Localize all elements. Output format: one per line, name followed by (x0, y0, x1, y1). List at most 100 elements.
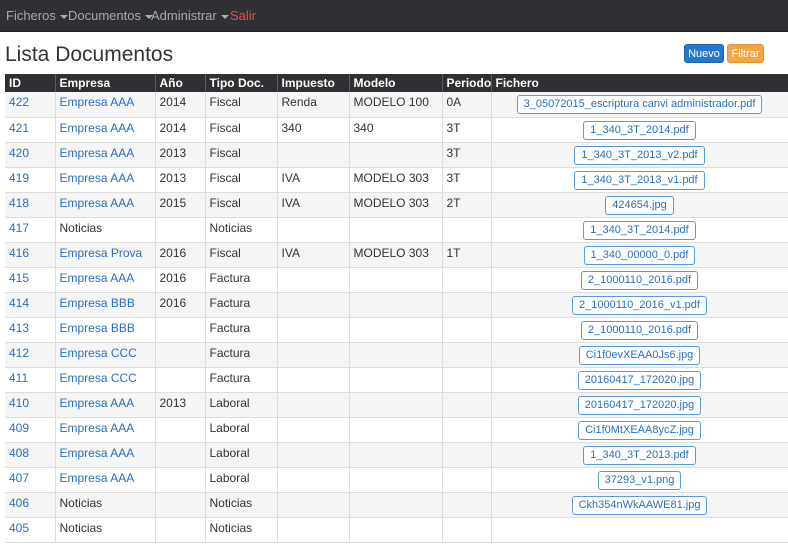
cell-empresa[interactable]: Empresa CCC (55, 367, 156, 393)
cell-fichero: 1_340_3T_2014.pdf (491, 117, 788, 143)
cell-id[interactable]: 421 (5, 117, 56, 143)
cell-impuesto: IVA (277, 242, 350, 268)
table-row: 412 Empresa CCC Factura Ci1f0evXEAA0Js6.jpg (5, 342, 788, 368)
cell-empresa[interactable]: Empresa AAA (55, 267, 156, 293)
cell-periodo (442, 492, 492, 518)
table-row: 411 Empresa CCC Factura 20160417_172020.jpg (5, 367, 788, 393)
file-download-button[interactable]: 1_340_3T_2013.pdf (583, 445, 696, 465)
header-impuesto[interactable]: Impuesto (277, 74, 350, 92)
cell-ano: 2013 (155, 167, 206, 193)
table-row: 417 Noticias Noticias 1_340_3T_2014.pdf (5, 217, 788, 243)
file-download-button[interactable]: 1_340_00000_0.pdf (583, 245, 696, 265)
cell-empresa: Noticias (55, 517, 156, 543)
cell-id[interactable]: 409 (5, 417, 56, 443)
file-download-button[interactable]: 424654.jpg (605, 195, 674, 215)
cell-fichero: 37293_v1.png (491, 467, 788, 493)
cell-empresa[interactable]: Empresa AAA (55, 92, 156, 118)
cell-ano (155, 467, 206, 493)
file-download-button[interactable]: 3_05072015_escriptura canvi administrado… (516, 95, 763, 114)
file-download-button[interactable]: 2_1000110_2016.pdf (580, 270, 699, 290)
cell-empresa[interactable]: Empresa AAA (55, 442, 156, 468)
cell-id[interactable]: 422 (5, 92, 56, 118)
file-download-button[interactable]: Ci1f0MtXEAA8ycZ.jpg (578, 420, 701, 440)
cell-periodo (442, 517, 492, 543)
cell-id[interactable]: 410 (5, 392, 56, 418)
header-modelo[interactable]: Modelo (349, 74, 443, 92)
cell-empresa[interactable]: Empresa AAA (55, 142, 156, 168)
cell-periodo (442, 392, 492, 418)
cell-id[interactable]: 419 (5, 167, 56, 193)
nuevo-button[interactable]: Nuevo (684, 44, 724, 63)
cell-modelo (349, 142, 443, 168)
cell-id[interactable]: 406 (5, 492, 56, 518)
cell-empresa[interactable]: Empresa CCC (55, 342, 156, 368)
cell-empresa[interactable]: Empresa AAA (55, 392, 156, 418)
cell-tipo-doc: Noticias (205, 517, 278, 543)
cell-empresa[interactable]: Empresa BBB (55, 317, 156, 343)
header-empresa[interactable]: Empresa (55, 74, 156, 92)
cell-empresa[interactable]: Empresa BBB (55, 292, 156, 318)
cell-id[interactable]: 408 (5, 442, 56, 468)
table-row: 420 Empresa AAA 2013 Fiscal 3T 1_340_3T_2013_… (5, 142, 788, 168)
nav-documentos[interactable]: Documentos (68, 0, 153, 31)
cell-fichero: 1_340_3T_2013.pdf (491, 442, 788, 468)
cell-empresa[interactable]: Empresa AAA (55, 417, 156, 443)
cell-empresa[interactable]: Empresa AAA (55, 167, 156, 193)
cell-periodo (442, 467, 492, 493)
cell-empresa[interactable]: Empresa AAA (55, 467, 156, 493)
cell-modelo: MODELO 303 (349, 192, 443, 218)
nav-administrar[interactable]: Administrar (151, 0, 229, 31)
cell-id[interactable]: 414 (5, 292, 56, 318)
cell-periodo: 3T (442, 117, 492, 143)
cell-id[interactable]: 416 (5, 242, 56, 268)
cell-id[interactable]: 405 (5, 517, 56, 543)
cell-modelo (349, 492, 443, 518)
cell-empresa[interactable]: Empresa AAA (55, 117, 156, 143)
cell-modelo (349, 517, 443, 543)
cell-id[interactable]: 412 (5, 342, 56, 368)
header-ano[interactable]: Año (155, 74, 206, 92)
cell-periodo (442, 442, 492, 468)
cell-periodo (442, 267, 492, 293)
cell-tipo-doc: Noticias (205, 217, 278, 243)
file-download-button[interactable]: Ci1f0evXEAA0Js6.jpg (578, 345, 701, 365)
file-download-button[interactable]: Ckh354nWkAAWE81.jpg (571, 495, 708, 515)
filtrar-button[interactable]: Filtrar (727, 44, 764, 63)
table-row: 414 Empresa BBB 2016 Factura 2_1000110_2016_… (5, 292, 788, 318)
header-periodo[interactable]: Periodo (442, 74, 492, 92)
header-id[interactable]: ID (5, 74, 56, 92)
file-download-button[interactable]: 2_1000110_2016.pdf (580, 320, 699, 340)
file-download-button[interactable]: 20160417_172020.jpg (577, 370, 702, 390)
cell-empresa[interactable]: Empresa Prova (55, 242, 156, 268)
table-row: 418 Empresa AAA 2015 Fiscal IVA MODELO 303 2T 4… (5, 192, 788, 218)
file-download-button[interactable]: 20160417_172020.jpg (577, 395, 702, 415)
header-tipo-doc[interactable]: Tipo Doc. (205, 74, 278, 92)
file-download-button[interactable]: 1_340_3T_2013_v2.pdf (574, 145, 705, 165)
cell-id[interactable]: 411 (5, 367, 56, 393)
cell-id[interactable]: 413 (5, 317, 56, 343)
file-download-button[interactable]: 1_340_3T_2014.pdf (583, 220, 696, 240)
cell-impuesto: Renda (277, 92, 350, 118)
file-download-button[interactable]: 1_340_3T_2013_v1.pdf (574, 170, 705, 190)
cell-id[interactable]: 418 (5, 192, 56, 218)
file-download-button[interactable]: 2_1000110_2016_v1.pdf (572, 295, 707, 315)
cell-fichero: 1_340_3T_2013_v2.pdf (491, 142, 788, 168)
cell-modelo (349, 467, 443, 493)
cell-id[interactable]: 417 (5, 217, 56, 243)
header-fichero[interactable]: Fichero (491, 74, 788, 92)
cell-id[interactable]: 407 (5, 467, 56, 493)
cell-impuesto (277, 142, 350, 168)
cell-empresa[interactable]: Empresa AAA (55, 192, 156, 218)
file-download-button[interactable]: 37293_v1.png (597, 470, 682, 490)
nav-ficheros[interactable]: Ficheros (6, 0, 68, 31)
nav-salir[interactable]: Salir (230, 0, 256, 31)
cell-tipo-doc: Factura (205, 317, 278, 343)
cell-id[interactable]: 415 (5, 267, 56, 293)
documents-table: ID Empresa Año Tipo Doc. Impuesto Modelo… (5, 74, 788, 543)
file-download-button[interactable]: 1_340_3T_2014.pdf (583, 120, 696, 140)
cell-id[interactable]: 420 (5, 142, 56, 168)
cell-fichero: 20160417_172020.jpg (491, 367, 788, 393)
cell-impuesto: 340 (277, 117, 350, 143)
cell-periodo (442, 417, 492, 443)
cell-modelo: MODELO 100 (349, 92, 443, 118)
